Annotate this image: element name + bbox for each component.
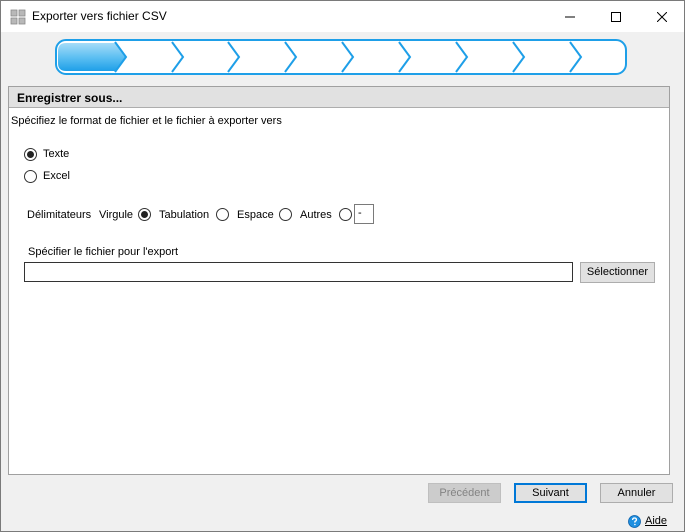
cancel-button[interactable]: Annuler [600,483,673,503]
export-csv-dialog: Exporter vers fichier CSV Enregistrer so… [0,0,685,532]
delimiters-label: Délimitateurs [27,209,92,221]
wizard-frame [55,39,627,75]
close-icon [657,11,667,22]
label-virgule[interactable]: Virgule [99,209,133,221]
select-file-button[interactable]: Sélectionner [580,262,655,283]
file-path-input[interactable] [24,262,573,282]
minimize-icon [565,16,575,17]
radio-tabulation[interactable] [216,208,229,221]
wizard-progress [55,39,627,75]
main-panel: Enregistrer sous... Spécifiez le format … [8,86,670,475]
help-label[interactable]: Aide [645,515,667,527]
label-autres[interactable]: Autres [300,209,332,221]
minimize-button[interactable] [547,1,593,32]
help-icon [628,514,641,528]
radio-virgule[interactable] [138,208,151,221]
app-grid-icon [10,9,26,25]
previous-button[interactable]: Précédent [428,483,501,503]
radio-espace[interactable] [279,208,292,221]
maximize-icon [611,11,621,22]
section-header: Enregistrer sous... [9,87,669,108]
title-bar: Exporter vers fichier CSV [1,1,684,32]
label-tabulation[interactable]: Tabulation [159,209,209,221]
window-title: Exporter vers fichier CSV [32,9,167,23]
radio-excel[interactable] [24,170,37,183]
next-button[interactable]: Suivant [514,483,587,503]
maximize-button[interactable] [593,1,639,32]
radio-autres[interactable] [339,208,352,221]
section-title: Enregistrer sous... [17,91,123,105]
help-link[interactable]: Aide [628,514,667,528]
description-text: Spécifiez le format de fichier et le fic… [11,115,282,127]
other-delimiter-input[interactable]: - [354,204,374,224]
close-button[interactable] [639,1,685,32]
wizard-step-1-active [58,43,126,71]
label-espace[interactable]: Espace [237,209,274,221]
label-excel[interactable]: Excel [43,170,70,182]
radio-texte[interactable] [24,148,37,161]
label-texte[interactable]: Texte [43,148,69,160]
file-label: Spécifier le fichier pour l'export [28,246,179,258]
